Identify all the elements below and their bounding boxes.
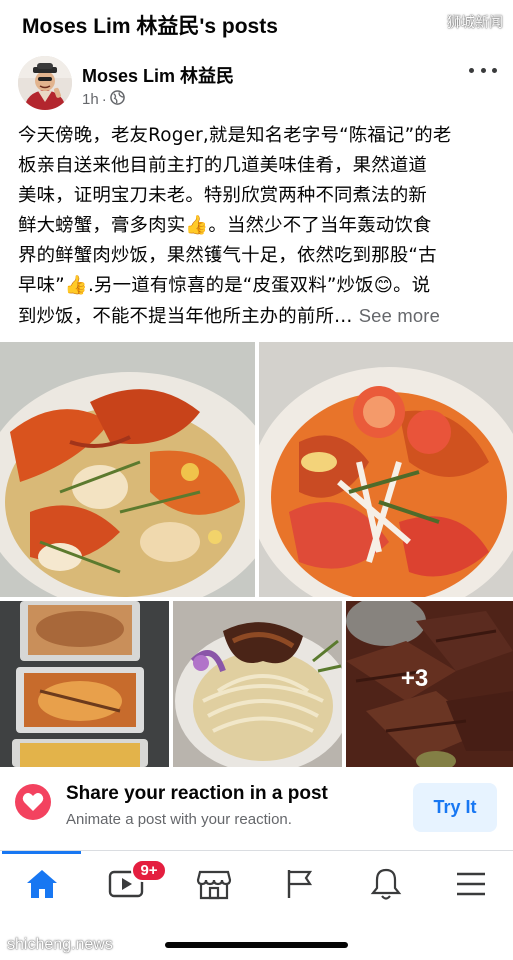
meta-separator: · bbox=[101, 91, 107, 108]
post-text-line: 板亲自送来他目前主打的几道美味佳肴，果然道道 bbox=[18, 155, 427, 176]
post-text-line-last: 到炒饭，不能不提当年他所主办的前所… See more bbox=[18, 305, 441, 327]
more-options-button[interactable] bbox=[469, 60, 497, 80]
globe-icon bbox=[109, 90, 125, 109]
post-body: 今天傍晚，老友Roger,就是知名老字号“陈福记”的老 板亲自送来他目前主打的几… bbox=[18, 121, 498, 332]
page-header: Moses Lim 林益民's posts 狮城新闻 bbox=[0, 0, 513, 48]
post-author[interactable]: Moses Lim 林益民 bbox=[82, 62, 234, 88]
post-text-line: 界的鲜蟹肉炒饭，果然镬气十足，依然吃到那股“古 bbox=[18, 245, 437, 266]
nav-pages[interactable] bbox=[277, 865, 321, 903]
menu-icon bbox=[457, 872, 485, 896]
reaction-promo-subtitle: Animate a post with your reaction. bbox=[66, 811, 292, 828]
heart-icon bbox=[15, 784, 51, 820]
post-meta: 1h · bbox=[82, 90, 125, 109]
nav-active-indicator bbox=[2, 851, 81, 854]
photo-fried-noodles[interactable] bbox=[173, 601, 342, 767]
home-indicator[interactable] bbox=[165, 942, 348, 948]
pages-flag-icon bbox=[287, 870, 313, 898]
page-title: Moses Lim 林益民's posts bbox=[22, 15, 278, 38]
nav-home[interactable] bbox=[20, 865, 64, 903]
more-horizontal-icon bbox=[469, 67, 474, 73]
photo-takeaway-boxes[interactable] bbox=[0, 601, 169, 767]
see-more-link[interactable]: See more bbox=[359, 305, 440, 326]
photo-crab-stir-fry[interactable] bbox=[0, 342, 255, 597]
video-badge: 9+ bbox=[131, 859, 167, 882]
notifications-bell-icon bbox=[370, 868, 402, 900]
photo-chili-crab[interactable] bbox=[259, 342, 513, 597]
nav-menu[interactable] bbox=[449, 865, 493, 903]
nav-marketplace[interactable] bbox=[192, 865, 236, 903]
bottom-nav: 9+ bbox=[0, 851, 513, 926]
watermark-bottom: shicheng.news bbox=[7, 936, 113, 953]
post-time[interactable]: 1h bbox=[82, 91, 99, 108]
marketplace-icon bbox=[196, 870, 232, 900]
nav-notifications[interactable] bbox=[364, 865, 408, 903]
try-it-button[interactable]: Try It bbox=[413, 783, 497, 832]
extra-photos-count: +3 bbox=[400, 665, 429, 692]
post-header: Moses Lim 林益民 1h · bbox=[0, 52, 513, 116]
avatar[interactable] bbox=[18, 56, 72, 110]
photo-more-images[interactable]: +3 bbox=[346, 601, 513, 767]
watermark-top: 狮城新闻 bbox=[447, 14, 503, 30]
reaction-promo-title: Share your reaction in a post bbox=[66, 783, 328, 804]
post-text-line: 美味，证明宝刀未老。特别欣赏两种不同煮法的新 bbox=[18, 185, 427, 206]
post-text-line: 早味”👍.另一道有惊喜的是“皮蛋双料”炒饭😊。说 bbox=[18, 275, 431, 296]
post-text-line: 今天傍晚，老友Roger,就是知名老字号“陈福记”的老 bbox=[18, 125, 452, 146]
home-icon bbox=[27, 870, 57, 898]
post-text-line: 鲜大螃蟹，膏多肉实👍。当然少不了当年轰动饮食 bbox=[18, 215, 432, 236]
reaction-promo: Share your reaction in a post Animate a … bbox=[0, 767, 513, 851]
